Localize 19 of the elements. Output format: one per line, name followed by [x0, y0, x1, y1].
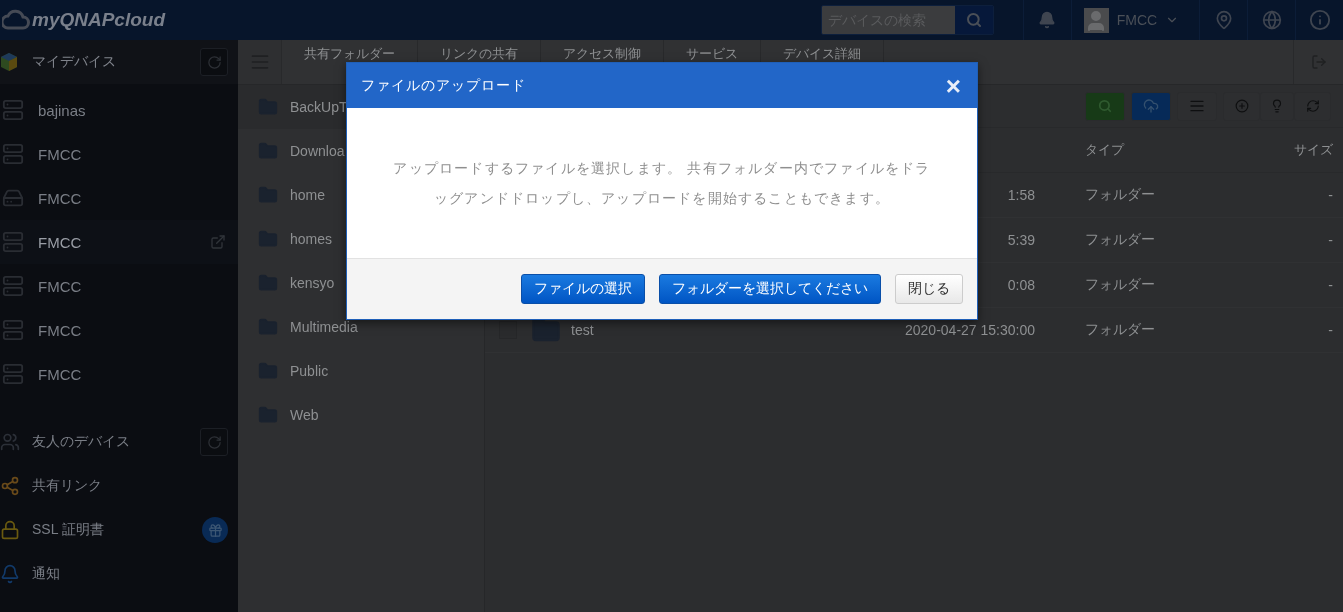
dialog-title: ファイルのアップロード	[361, 76, 527, 95]
table-cell: 2020-04-27 15:30:00	[905, 322, 1035, 338]
table-cell: -	[1328, 187, 1333, 203]
table-cell: -	[1328, 277, 1333, 293]
table-cell: -	[1328, 232, 1333, 248]
table-cell: フォルダー	[1085, 276, 1155, 294]
table-cell: 1:58	[1007, 187, 1035, 203]
user-name: FMCC	[1116, 12, 1158, 28]
table-cell: フォルダー	[1085, 231, 1155, 249]
column-header: サイズ	[1294, 141, 1333, 159]
dialog-message: アップロードするファイルを選択します。 共有フォルダー内でファイルをドラッグアンドドロップし、アップロードを開始することもできます。	[392, 159, 932, 208]
section-title: マイデバイス	[31, 53, 117, 71]
table-cell: 0:08	[1007, 277, 1035, 293]
logo-text: myQNAPcloud	[32, 9, 166, 31]
table-cell: フォルダー	[1085, 321, 1155, 339]
table-cell: -	[1328, 322, 1333, 338]
table-cell: フォルダー	[1085, 186, 1155, 204]
table-cell: 5:39	[1007, 232, 1035, 248]
column-header: タイプ	[1085, 141, 1124, 159]
